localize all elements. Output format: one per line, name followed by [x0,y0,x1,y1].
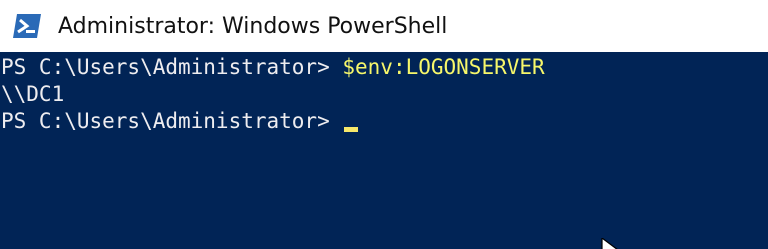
title-bar[interactable]: Administrator: Windows PowerShell [0,0,768,52]
console-line: \\DC1 [1,81,768,108]
prompt: PS C:\Users\Administrator> [1,109,343,133]
prompt: PS C:\Users\Administrator> [1,55,343,79]
command-output: \\DC1 [1,82,65,106]
console-line: PS C:\Users\Administrator> [1,108,768,135]
window-title: Administrator: Windows PowerShell [58,13,448,39]
powershell-window: Administrator: Windows PowerShell PS C:\… [0,0,768,249]
console-output[interactable]: PS C:\Users\Administrator> $env:LOGONSER… [0,52,768,249]
powershell-icon[interactable] [12,11,42,41]
console-line: PS C:\Users\Administrator> $env:LOGONSER… [1,54,768,81]
command-text: $env:LOGONSERVER [342,55,545,79]
text-cursor [344,127,359,132]
arrow-cursor-icon [601,238,618,249]
